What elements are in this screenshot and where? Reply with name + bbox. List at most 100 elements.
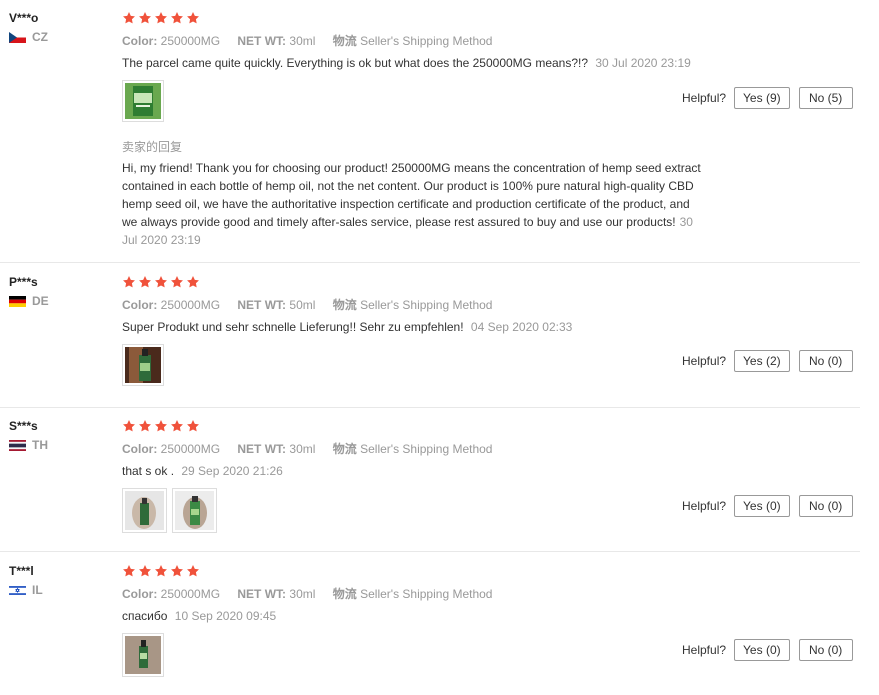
country-code: TH — [32, 438, 48, 452]
netwt-label: NET WT: — [237, 442, 287, 456]
helpful-vote: Helpful? Yes (2) No (0) — [682, 350, 862, 372]
color-value: 250000MG — [160, 442, 221, 456]
reviewer-name: T***l — [9, 564, 34, 578]
country-code: IL — [32, 583, 43, 597]
color-value: 250000MG — [160, 34, 221, 48]
review-photo[interactable] — [122, 633, 164, 677]
review-photos — [122, 80, 164, 122]
seller-reply-text: Hi, my friend! Thank you for choosing ou… — [122, 159, 742, 249]
netwt-label: NET WT: — [237, 587, 287, 601]
star-icon — [170, 419, 184, 433]
review-date: 30 Jul 2020 23:19 — [595, 56, 691, 70]
color-value: 250000MG — [160, 587, 221, 601]
reviewer-country: TH — [9, 437, 48, 453]
review-body: The parcel came quite quickly. Everythin… — [122, 56, 589, 70]
review-photos — [122, 633, 164, 677]
sku-info: Color: 250000MG NET WT: 50ml 物流 Seller's… — [122, 296, 492, 313]
review-body: Super Produkt und sehr schnelle Lieferun… — [122, 320, 464, 334]
helpful-vote: Helpful? Yes (9) No (5) — [682, 87, 862, 109]
country-code: DE — [32, 294, 49, 308]
reply-date-a: 30 — [679, 215, 693, 229]
review-item: V***o CZ Color: 250000MG NET WT: 30ml 物流… — [0, 11, 862, 261]
helpful-vote: Helpful? Yes (0) No (0) — [682, 495, 862, 517]
reviewer-country: IL — [9, 582, 43, 598]
helpful-yes-button[interactable]: Yes (9) — [734, 87, 790, 109]
star-icon — [138, 419, 152, 433]
color-label: Color: — [122, 298, 158, 312]
helpful-label: Helpful? — [682, 91, 727, 105]
sku-info: Color: 250000MG NET WT: 30ml 物流 Seller's… — [122, 440, 492, 457]
review-date: 10 Sep 2020 09:45 — [174, 609, 277, 623]
review-text: that s ok . 29 Sep 2020 21:26 — [122, 462, 283, 480]
star-rating — [122, 419, 200, 433]
review-photo[interactable] — [122, 344, 164, 386]
star-icon — [154, 11, 168, 25]
review-item: P***s DE Color: 250000MG NET WT: 50ml 物流… — [0, 275, 862, 405]
star-icon — [154, 564, 168, 578]
reviewer-name: P***s — [9, 275, 38, 289]
star-icon — [154, 419, 168, 433]
review-body: спасибо — [122, 609, 168, 623]
helpful-label: Helpful? — [682, 354, 727, 368]
shipping-value: Seller's Shipping Method — [360, 442, 493, 456]
netwt-value: 30ml — [289, 34, 316, 48]
shipping-value: Seller's Shipping Method — [360, 298, 493, 312]
shipping-value: Seller's Shipping Method — [360, 587, 493, 601]
seller-reply-title: 卖家的回复 — [122, 140, 183, 154]
star-icon — [170, 275, 184, 289]
color-label: Color: — [122, 587, 158, 601]
reviewer-name: S***s — [9, 419, 38, 433]
star-icon — [170, 11, 184, 25]
star-icon — [186, 564, 200, 578]
review-photo[interactable] — [122, 488, 167, 533]
flag-il-icon — [9, 584, 26, 596]
netwt-value: 50ml — [289, 298, 316, 312]
review-photos — [122, 344, 164, 386]
reviewer-name: V***o — [9, 11, 39, 25]
country-code: CZ — [32, 30, 48, 44]
color-label: Color: — [122, 34, 158, 48]
star-icon — [122, 275, 136, 289]
review-date: 29 Sep 2020 21:26 — [181, 464, 283, 478]
reply-line: hemp seed oil, we have the authoritative… — [122, 197, 690, 211]
sku-info: Color: 250000MG NET WT: 30ml 物流 Seller's… — [122, 32, 492, 49]
helpful-no-button[interactable]: No (0) — [798, 495, 853, 517]
logistics-label: 物流 — [332, 442, 357, 456]
helpful-no-button[interactable]: No (0) — [798, 639, 853, 661]
helpful-label: Helpful? — [682, 499, 727, 513]
star-icon — [154, 275, 168, 289]
review-divider — [0, 262, 860, 263]
star-icon — [170, 564, 184, 578]
star-icon — [122, 419, 136, 433]
shipping-value: Seller's Shipping Method — [360, 34, 493, 48]
helpful-yes-button[interactable]: Yes (0) — [734, 639, 790, 661]
review-photos — [122, 488, 217, 533]
helpful-yes-button[interactable]: Yes (0) — [734, 495, 790, 517]
star-icon — [138, 564, 152, 578]
star-rating — [122, 275, 200, 289]
flag-th-icon — [9, 439, 26, 451]
review-body: that s ok . — [122, 464, 175, 478]
star-icon — [186, 11, 200, 25]
review-divider — [0, 407, 860, 408]
reply-line-last: we always provide good and timely after-… — [122, 213, 742, 231]
helpful-no-button[interactable]: No (0) — [798, 350, 853, 372]
review-divider — [0, 551, 860, 552]
review-photo[interactable] — [172, 488, 217, 533]
star-icon — [122, 11, 136, 25]
star-rating — [122, 564, 200, 578]
sku-info: Color: 250000MG NET WT: 30ml 物流 Seller's… — [122, 585, 492, 602]
netwt-value: 30ml — [289, 587, 316, 601]
review-date: 04 Sep 2020 02:33 — [470, 320, 573, 334]
reply-date-b: Jul 2020 23:19 — [122, 233, 201, 247]
flag-de-icon — [9, 295, 26, 307]
helpful-no-button[interactable]: No (5) — [798, 87, 853, 109]
reply-line: Hi, my friend! Thank you for choosing ou… — [122, 161, 701, 175]
logistics-label: 物流 — [332, 34, 357, 48]
reply-line: contained in each bottle of hemp oil, no… — [122, 179, 694, 193]
review-item: T***l IL Color: 250000MG NET WT: 30ml 物流… — [0, 564, 862, 692]
helpful-yes-button[interactable]: Yes (2) — [734, 350, 790, 372]
review-photo[interactable] — [122, 80, 164, 122]
review-text: Super Produkt und sehr schnelle Lieferun… — [122, 318, 572, 336]
star-icon — [138, 275, 152, 289]
